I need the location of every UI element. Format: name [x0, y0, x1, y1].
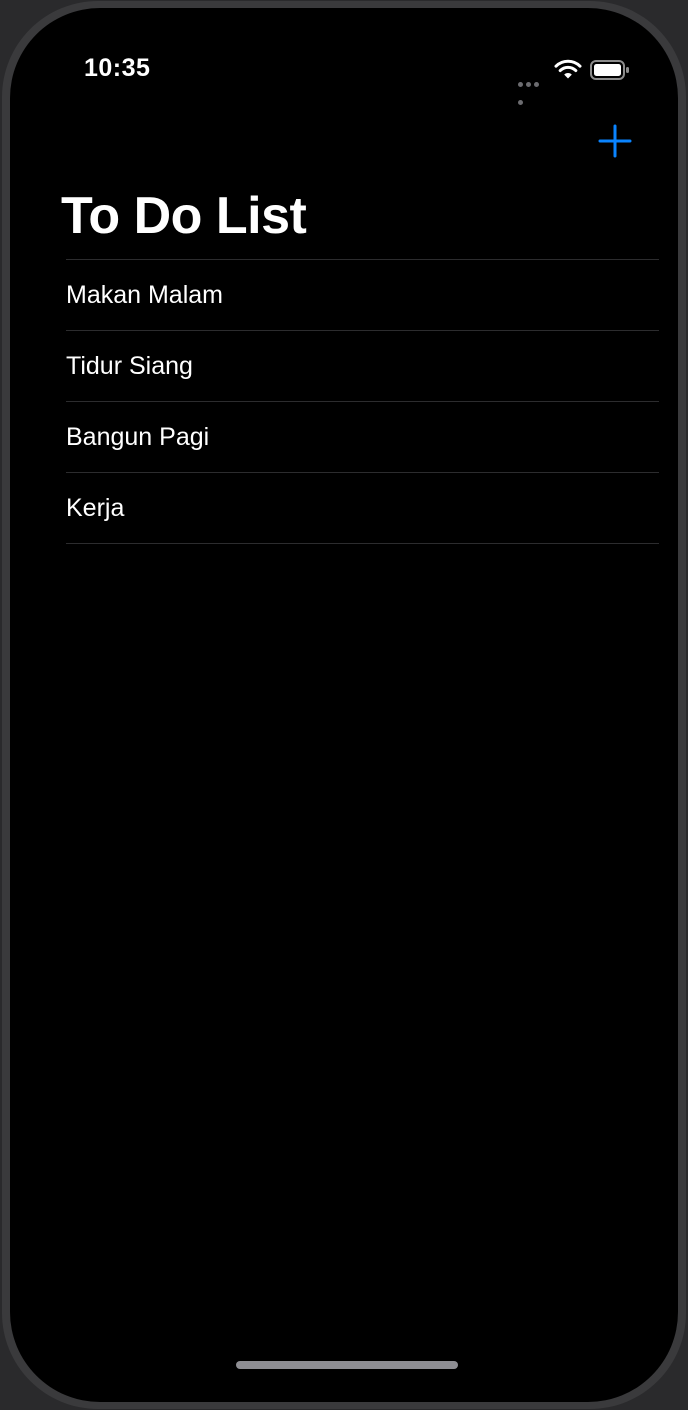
phone-frame: 10:35 To Do List Makan Malam Tidur Siang… — [2, 1, 686, 1409]
status-time: 10:35 — [84, 54, 151, 82]
device: 10:35 To Do List Makan Malam Tidur Siang… — [0, 0, 688, 1410]
todo-item[interactable]: Bangun Pagi — [66, 402, 659, 473]
todo-item[interactable]: Kerja — [66, 473, 659, 544]
todo-item[interactable]: Makan Malam — [66, 260, 659, 331]
wifi-icon — [554, 59, 582, 79]
plus-icon — [598, 124, 632, 158]
todo-item[interactable]: Tidur Siang — [66, 331, 659, 402]
home-indicator[interactable] — [236, 1361, 458, 1369]
page-title: To Do List — [61, 187, 307, 245]
battery-icon — [590, 60, 629, 80]
todo-list: Makan Malam Tidur Siang Bangun Pagi Kerj… — [66, 259, 659, 544]
todo-item-label: Makan Malam — [66, 280, 223, 309]
todo-item-label: Kerja — [66, 493, 125, 522]
todo-item-label: Tidur Siang — [66, 351, 193, 380]
todo-item-label: Bangun Pagi — [66, 422, 210, 451]
cellular-signal-icon — [518, 74, 548, 105]
status-bar: 10:35 — [10, 8, 678, 128]
add-button[interactable] — [596, 122, 634, 160]
screen: 10:35 To Do List Makan Malam Tidur Siang… — [10, 8, 678, 1402]
